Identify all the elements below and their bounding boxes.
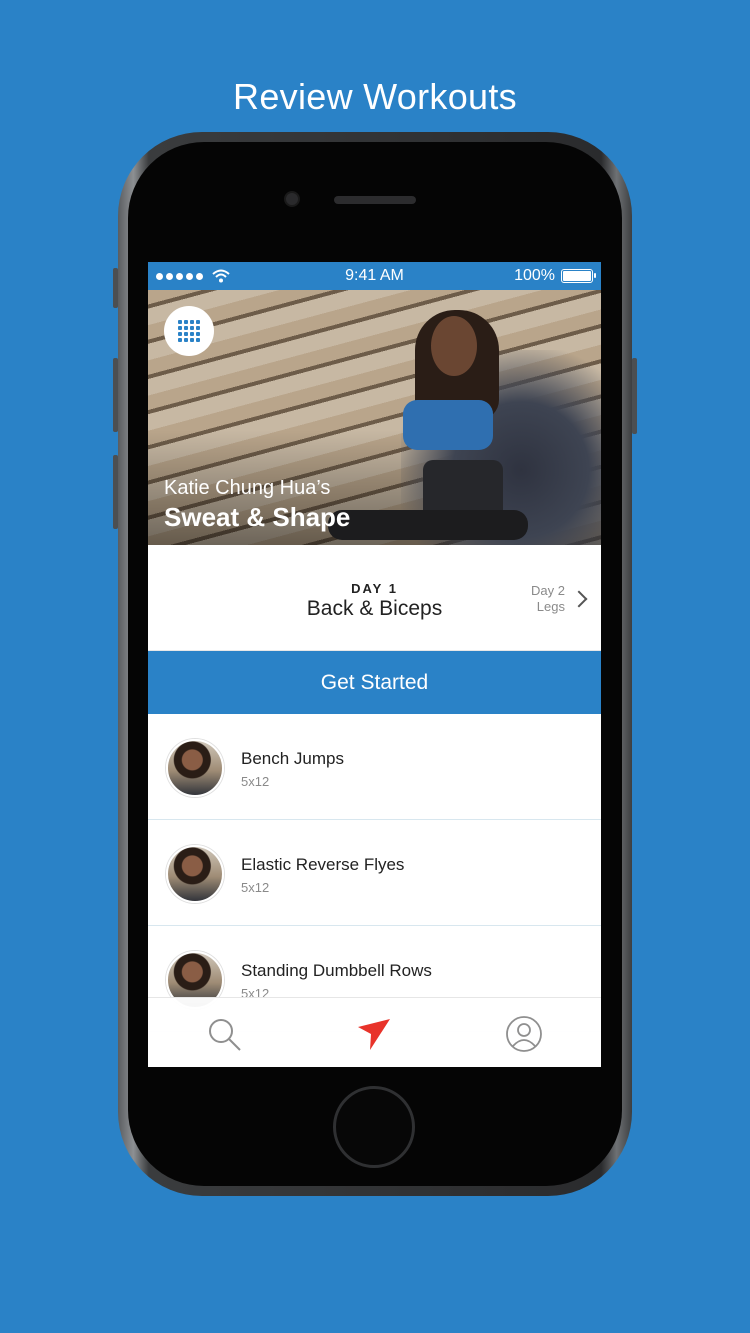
get-started-button[interactable]: Get Started xyxy=(148,651,601,714)
home-button[interactable] xyxy=(333,1086,415,1168)
earpiece-speaker xyxy=(334,196,416,204)
exercise-thumbnail xyxy=(166,739,224,797)
power-button xyxy=(632,358,637,434)
program-hero: Katie Chung Hua’s Sweat & Shape xyxy=(148,290,601,545)
program-title: Sweat & Shape xyxy=(164,502,351,532)
wifi-icon xyxy=(212,269,230,283)
profile-icon xyxy=(506,1016,542,1052)
battery-percent: 100% xyxy=(514,267,555,284)
signal-dot xyxy=(196,272,203,280)
day-selector: DAY 1 Back & Biceps Day 2 Legs xyxy=(148,545,601,651)
exercise-reps: 5x12 xyxy=(241,774,270,789)
next-day-button[interactable]: Day 2 Legs xyxy=(531,583,588,615)
exercise-list: Bench Jumps 5x12 Elastic Reverse Flyes 5… xyxy=(148,714,601,1032)
signal-strength xyxy=(156,269,230,283)
grid-menu-button[interactable] xyxy=(164,306,214,356)
chevron-right-icon xyxy=(570,590,588,608)
exercise-thumbnail xyxy=(166,845,224,903)
front-camera xyxy=(284,191,300,207)
list-item[interactable]: Bench Jumps 5x12 xyxy=(148,714,601,820)
exercise-name: Standing Dumbbell Rows xyxy=(241,961,432,980)
signal-dot xyxy=(166,272,173,280)
trainer-photo xyxy=(393,310,513,540)
volume-down-button xyxy=(113,455,118,529)
next-day-label: Day 2 xyxy=(531,583,565,598)
battery-icon xyxy=(561,269,596,283)
paper-plane-icon xyxy=(358,1019,390,1050)
tab-search[interactable] xyxy=(204,1014,244,1054)
signal-dot xyxy=(176,272,183,280)
app-screen: 9:41 AM 100% Katie Chung Hua’s Sweat & S… xyxy=(148,262,601,1067)
tab-workouts[interactable] xyxy=(354,1014,394,1054)
signal-dot xyxy=(156,272,163,280)
exercise-reps: 5x12 xyxy=(241,880,270,895)
tab-bar xyxy=(148,997,601,1067)
battery-level xyxy=(563,271,591,281)
exercise-name: Bench Jumps xyxy=(241,749,344,768)
bench xyxy=(328,510,528,540)
search-icon xyxy=(209,1019,241,1051)
volume-up-button xyxy=(113,358,118,432)
headline: Review Workouts xyxy=(233,76,517,117)
status-bar: 9:41 AM 100% xyxy=(148,262,601,290)
trainer-name: Katie Chung Hua’s xyxy=(164,477,331,499)
next-day-name: Legs xyxy=(536,599,565,614)
signal-dot xyxy=(186,272,193,280)
list-item[interactable]: Elastic Reverse Flyes 5x12 xyxy=(148,820,601,926)
mute-switch xyxy=(113,268,118,308)
tab-profile[interactable] xyxy=(504,1014,544,1054)
exercise-name: Elastic Reverse Flyes xyxy=(241,855,405,874)
